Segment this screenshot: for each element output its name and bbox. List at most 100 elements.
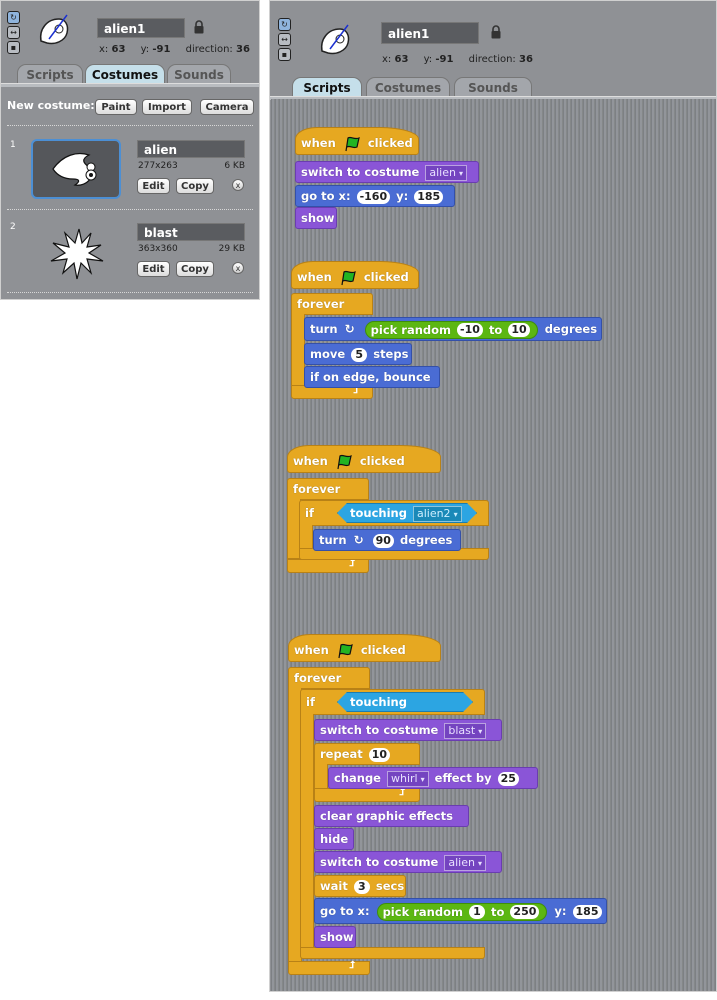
no-rotate-icon[interactable]: ▪ bbox=[7, 41, 20, 54]
copy-button[interactable]: Copy bbox=[176, 178, 214, 194]
tab-sounds[interactable]: Sounds bbox=[167, 64, 231, 84]
edit-button[interactable]: Edit bbox=[137, 261, 170, 277]
switch-costume-block[interactable]: switch to costume blast ▾ bbox=[314, 719, 502, 741]
forever-block[interactable]: forever bbox=[291, 293, 373, 315]
flip-icon[interactable]: ↔ bbox=[7, 26, 20, 39]
show-block[interactable]: show bbox=[314, 926, 356, 948]
to-input[interactable]: 10 bbox=[508, 323, 530, 337]
effect-dropdown[interactable]: whirl ▾ bbox=[387, 770, 429, 787]
pick-random-block[interactable]: pick random -10 to 10 bbox=[364, 320, 538, 339]
edit-button[interactable]: Edit bbox=[137, 178, 170, 194]
lock-icon[interactable] bbox=[491, 25, 501, 39]
repeat-block[interactable]: repeat 10 bbox=[314, 743, 420, 765]
change-effect-block[interactable]: change whirl ▾ effect by 25 bbox=[328, 767, 538, 789]
costume-thumbnail[interactable] bbox=[31, 139, 121, 199]
turn-clockwise-icon: ↻ bbox=[344, 322, 355, 336]
y-label: y: bbox=[554, 904, 567, 918]
if-label: if bbox=[306, 695, 315, 709]
wait-seconds-input[interactable]: 3 bbox=[353, 879, 370, 894]
y-label: y: bbox=[423, 54, 433, 65]
y-value: -91 bbox=[152, 44, 171, 55]
go-to-xy-block[interactable]: go to x: pick random 1 to 250 y: 185 bbox=[314, 898, 607, 924]
delete-icon[interactable]: x bbox=[232, 179, 244, 191]
when-label: when bbox=[301, 136, 336, 150]
blast-costume-icon bbox=[50, 228, 104, 280]
costume-thumbnail[interactable] bbox=[31, 223, 121, 283]
costume-name-field[interactable]: alien bbox=[137, 140, 245, 158]
rotate-icon[interactable]: ↻ bbox=[278, 18, 291, 31]
y-input[interactable]: 185 bbox=[572, 904, 602, 919]
x-label: x: bbox=[382, 54, 392, 65]
hide-block[interactable]: hide bbox=[314, 828, 354, 850]
touching-block[interactable]: touching bullet▾ ? bbox=[337, 692, 473, 712]
when-flag-clicked-block[interactable]: when clicked bbox=[291, 261, 419, 289]
x-input[interactable]: -160 bbox=[356, 189, 391, 204]
steps-input[interactable]: 5 bbox=[351, 347, 368, 362]
turn-block[interactable]: turn ↻ pick random -10 to 10 degrees bbox=[304, 317, 602, 341]
direction-label: direction: bbox=[185, 44, 233, 55]
tab-sounds[interactable]: Sounds bbox=[454, 77, 532, 97]
costume-dropdown[interactable]: blast ▾ bbox=[444, 722, 487, 739]
secs-label: secs bbox=[375, 879, 405, 893]
touching-block[interactable]: touching alien2▾ ? bbox=[337, 503, 477, 523]
dropdown-value: alien bbox=[429, 165, 456, 179]
from-input[interactable]: 1 bbox=[468, 905, 485, 919]
wait-block[interactable]: wait 3 secs bbox=[314, 875, 406, 897]
no-rotate-icon[interactable]: ▪ bbox=[278, 48, 291, 61]
switch-costume-block[interactable]: switch to costume alien ▾ bbox=[314, 851, 502, 873]
green-flag-icon bbox=[337, 454, 352, 469]
dropdown-arrow-icon: ▾ bbox=[458, 168, 463, 178]
block-label: switch to costume bbox=[301, 165, 420, 179]
effect-amount-input[interactable]: 25 bbox=[497, 771, 519, 786]
tab-costumes[interactable]: Costumes bbox=[366, 77, 450, 97]
op-label: pick random bbox=[382, 904, 463, 919]
steps-label: steps bbox=[373, 347, 409, 361]
tab-costumes[interactable]: Costumes bbox=[85, 64, 165, 84]
clear-graphic-effects-block[interactable]: clear graphic effects bbox=[314, 805, 469, 827]
bounce-block[interactable]: if on edge, bounce bbox=[304, 366, 440, 388]
sprite-thumbnail-icon bbox=[39, 14, 69, 45]
rotate-icon[interactable]: ↻ bbox=[7, 11, 20, 24]
paint-button[interactable]: Paint bbox=[95, 99, 137, 115]
pick-random-block[interactable]: pick random 1 to 250 bbox=[376, 902, 548, 921]
sprite-name-field[interactable]: alien1 bbox=[97, 18, 185, 38]
degrees-input[interactable]: 90 bbox=[372, 533, 394, 548]
go-to-xy-block[interactable]: go to x: -160 y: 185 bbox=[295, 185, 455, 207]
delete-icon[interactable]: x bbox=[232, 262, 244, 274]
lock-icon[interactable] bbox=[194, 20, 204, 34]
dropdown-arrow-icon: ▾ bbox=[453, 509, 458, 519]
show-block[interactable]: show bbox=[295, 207, 337, 229]
import-button[interactable]: Import bbox=[142, 99, 192, 115]
turn-block[interactable]: turn ↻ 90 degrees bbox=[313, 529, 461, 551]
repeat-count-input[interactable]: 10 bbox=[368, 747, 391, 762]
block-label: move bbox=[310, 347, 346, 361]
tab-scripts[interactable]: Scripts bbox=[292, 77, 362, 97]
when-flag-clicked-block[interactable]: when clicked bbox=[288, 634, 441, 662]
costume-dropdown[interactable]: alien ▾ bbox=[444, 854, 486, 871]
switch-costume-block[interactable]: switch to costume alien ▾ bbox=[295, 161, 479, 183]
camera-button[interactable]: Camera bbox=[200, 99, 254, 115]
costume-dimensions: 277x263 bbox=[138, 161, 178, 171]
sprite-name-field[interactable]: alien1 bbox=[381, 22, 479, 44]
flip-icon[interactable]: ↔ bbox=[278, 33, 291, 46]
copy-button[interactable]: Copy bbox=[176, 261, 214, 277]
tab-divider bbox=[1, 83, 259, 87]
block-label: change bbox=[334, 771, 381, 785]
scripts-area[interactable]: when clicked switch to costume alien ▾ go… bbox=[271, 99, 716, 991]
dropdown-value: alien bbox=[448, 855, 475, 869]
tab-scripts[interactable]: Scripts bbox=[17, 64, 83, 84]
when-flag-clicked-block[interactable]: when clicked bbox=[295, 127, 419, 155]
forever-foot bbox=[288, 961, 370, 975]
sprite-dropdown[interactable]: alien2 ▾ bbox=[413, 506, 462, 522]
costume-dropdown[interactable]: alien ▾ bbox=[425, 164, 467, 181]
y-input[interactable]: 185 bbox=[414, 189, 444, 204]
move-block[interactable]: move 5 steps bbox=[304, 343, 412, 365]
direction-label: direction: bbox=[468, 54, 516, 65]
from-input[interactable]: -10 bbox=[457, 323, 483, 337]
forever-block[interactable]: forever bbox=[288, 667, 370, 689]
to-input[interactable]: 250 bbox=[510, 905, 540, 919]
costume-name-field[interactable]: blast bbox=[137, 223, 245, 241]
when-label: when bbox=[294, 643, 329, 657]
when-flag-clicked-block[interactable]: when clicked bbox=[287, 445, 441, 473]
forever-block[interactable]: forever bbox=[287, 478, 369, 500]
